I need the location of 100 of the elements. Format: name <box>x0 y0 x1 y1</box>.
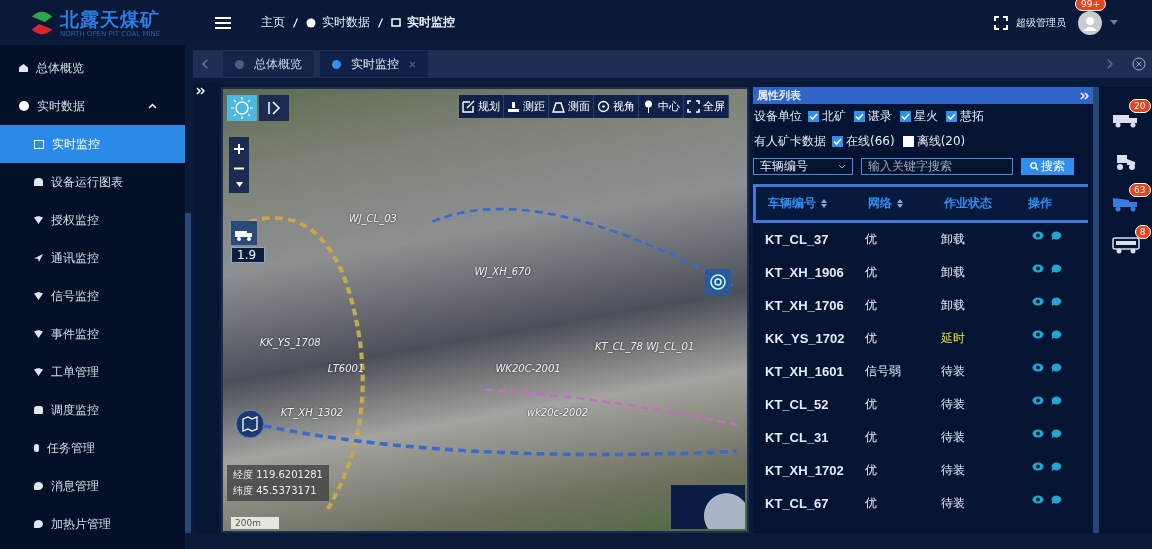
map-label: LT6001 <box>327 363 365 375</box>
view-icon[interactable] <box>1032 428 1044 438</box>
view-icon[interactable] <box>1032 263 1044 273</box>
sidebar-item[interactable]: 加热片管理 <box>0 505 185 543</box>
close-icon[interactable] <box>1132 57 1146 71</box>
view-icon[interactable] <box>1032 461 1044 471</box>
sidebar-item[interactable]: 事件监控 <box>0 315 185 353</box>
unit-checkbox[interactable]: 北矿 <box>808 108 846 125</box>
user-name[interactable]: 超级管理员 <box>1016 15 1066 30</box>
sidebar-item[interactable]: 设备运行图表 <box>0 163 185 201</box>
map-label: KK_YS_1708 <box>259 336 321 348</box>
full-icon <box>687 100 700 113</box>
column-header[interactable]: 车辆编号 <box>756 195 868 212</box>
chevron-left-icon[interactable] <box>202 59 208 69</box>
table-cell-text: KT_XH_1702 <box>764 463 845 478</box>
breadcrumb-link[interactable]: 主页 <box>261 14 285 31</box>
column-header[interactable]: 网络 <box>868 195 944 212</box>
logo-title: 北露天煤矿 <box>60 7 161 30</box>
breadcrumb-link[interactable]: 实时监控 <box>407 14 455 31</box>
map-tool-button[interactable]: 全屏 <box>684 95 729 118</box>
sort-icon[interactable] <box>897 199 903 208</box>
caret-icon[interactable] <box>1110 20 1118 25</box>
chat-icon <box>34 520 43 528</box>
table-cell-text: 待装 <box>941 495 966 512</box>
tab[interactable]: 总体概览 <box>223 51 314 77</box>
map-tool-button[interactable]: 规划 <box>459 95 504 118</box>
dropdown-icon[interactable] <box>235 182 243 187</box>
status-checkbox[interactable]: 离线(20) <box>902 133 966 150</box>
locate-icon[interactable] <box>705 269 731 295</box>
map-tool-button[interactable]: 测距 <box>504 95 549 118</box>
map-tool-button[interactable]: 测面 <box>549 95 594 118</box>
map-label: KT_CL_78 WJ_CL_01 <box>595 340 695 352</box>
sidebar-item[interactable]: 实时数据 <box>0 87 185 125</box>
sidebar-item[interactable]: 总体概览 <box>0 49 185 87</box>
unit-checkbox[interactable]: 慧拓 <box>946 108 984 125</box>
scrollbar[interactable] <box>185 213 191 533</box>
view-icon[interactable] <box>1032 494 1044 504</box>
unit-checkbox[interactable]: 谌录 <box>854 108 892 125</box>
chat-icon[interactable] <box>1051 230 1062 241</box>
tab[interactable]: 实时监控 <box>320 51 428 77</box>
chat-icon[interactable] <box>1051 395 1062 406</box>
latitude-text: 纬度 45.5373171 <box>233 484 318 498</box>
table-cell-text: 优 <box>865 429 878 446</box>
zoom-in-button[interactable] <box>233 143 245 155</box>
table-cell-text: KK_YS_1702 <box>764 331 846 346</box>
chat-icon[interactable] <box>1051 362 1062 373</box>
sidebar-item[interactable]: 实时监控 <box>0 125 185 163</box>
count-badge: 8 <box>1134 225 1151 239</box>
search-type-select[interactable]: 车辆编号 <box>753 157 853 175</box>
view-icon[interactable] <box>1032 230 1044 240</box>
unit-checkbox[interactable]: 星火 <box>900 108 938 125</box>
table-cell-text: 卸载 <box>941 297 966 314</box>
table-cell-text: 优 <box>865 297 878 314</box>
fullscreen-icon[interactable] <box>994 15 1008 30</box>
column-header[interactable]: 作业状态 <box>944 195 1010 212</box>
send-icon <box>34 254 43 262</box>
area-icon <box>552 100 565 113</box>
map-tool-button[interactable]: 视角 <box>594 95 639 118</box>
table-cell-text: 优 <box>865 330 878 347</box>
table-cell-text: 卸载 <box>941 231 966 248</box>
checkmark-icon <box>901 112 910 121</box>
table-cell-text: 待装 <box>941 462 966 479</box>
chat-icon[interactable] <box>1051 494 1062 505</box>
sidebar-item[interactable]: 授权监控 <box>0 201 185 239</box>
view-icon[interactable] <box>1032 329 1044 339</box>
view-icon[interactable] <box>1032 395 1044 405</box>
sidebar-item[interactable]: 通讯监控 <box>0 239 185 277</box>
double-chevron-icon[interactable] <box>196 87 205 95</box>
truck-icon[interactable] <box>231 221 257 245</box>
sidebar-item[interactable]: 任务管理 <box>0 429 185 467</box>
chevron-right-icon[interactable] <box>1107 59 1113 69</box>
menu-icon[interactable] <box>215 16 231 29</box>
bus-icon[interactable] <box>1110 235 1141 255</box>
sort-icon[interactable] <box>821 199 827 208</box>
sidebar-item[interactable]: 工单管理 <box>0 353 185 391</box>
sidebar-item[interactable]: 调度监控 <box>0 391 185 429</box>
chat-icon[interactable] <box>1051 329 1062 340</box>
chat-icon[interactable] <box>1051 461 1062 472</box>
count-badge: 20 <box>1129 99 1151 113</box>
play-icon[interactable] <box>259 95 289 121</box>
map-tool-button[interactable]: 中心 <box>639 95 684 118</box>
avatar-icon[interactable] <box>1078 10 1102 35</box>
sidebar-item[interactable]: 信号监控 <box>0 277 185 315</box>
view-icon[interactable] <box>1032 296 1044 306</box>
satellite-map-photo[interactable]: WJ_CL_03 WJ_XH_670 KK_YS_1708 LT6001 WK20C-2001 KT_CL_78 WJ_CL_01 KT_XH_1302 wk20c-2002 1.9 规划 测距 测面 视角 中心 全屏 经度 119.6201281 纬度 45.5373171 200m <box>221 87 749 533</box>
breadcrumb-link[interactable]: 实时数据 <box>322 14 370 31</box>
table-cell-text: KT_XH_1601 <box>764 364 845 379</box>
table-cell-text: 卸载 <box>941 264 966 281</box>
view-icon[interactable] <box>1032 362 1044 372</box>
zoom-out-button[interactable] <box>233 167 245 170</box>
panel-title: 属性列表 <box>757 88 801 103</box>
column-header[interactable]: 操作 <box>1010 195 1070 212</box>
globe-thumbnail[interactable] <box>671 485 745 529</box>
status-checkbox[interactable]: 在线(66) <box>832 133 895 150</box>
chat-icon[interactable] <box>1051 428 1062 439</box>
sidebar-item[interactable]: 消息管理 <box>0 467 185 505</box>
chat-icon[interactable] <box>1051 263 1062 274</box>
chat-icon[interactable] <box>1051 296 1062 307</box>
map-icon[interactable] <box>235 409 265 439</box>
search-field[interactable]: 输入关键字搜索 <box>861 157 1013 175</box>
